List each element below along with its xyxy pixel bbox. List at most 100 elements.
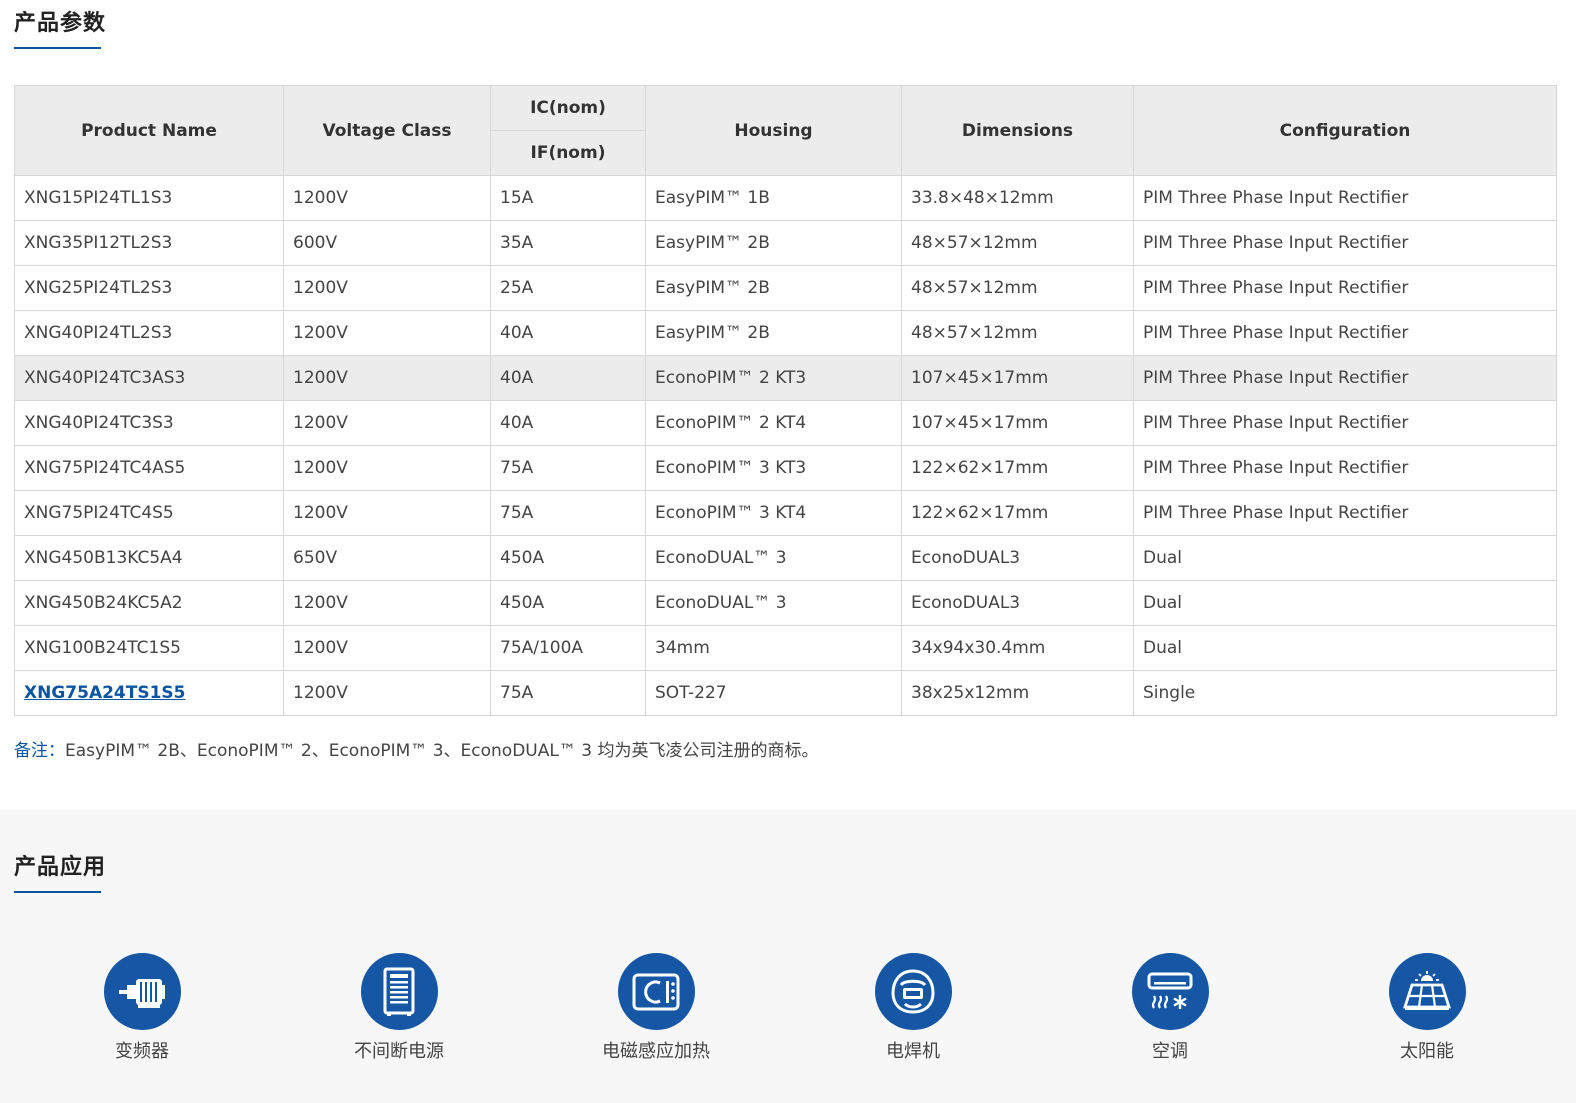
cell-product-name: XNG450B13KC5A4	[14, 535, 284, 581]
cell-product-name: XNG40PI24TL2S3	[14, 310, 284, 356]
header-housing: Housing	[645, 85, 902, 176]
welding-helmet-icon	[874, 953, 952, 1030]
cell-dimensions: 48×57×12mm	[901, 265, 1134, 311]
cell-dimensions: 34x94x30.4mm	[901, 625, 1134, 671]
params-title-underline	[14, 47, 101, 49]
table-row: XNG25PI24TL2S3 1200V 25A EasyPIM™ 2B 48×…	[14, 265, 1557, 311]
app-item-induction-heating[interactable]: 电磁感应加热	[576, 953, 736, 1064]
cell-product-name: XNG40PI24TC3S3	[14, 400, 284, 446]
cell-housing: EconoPIM™ 3 KT3	[645, 445, 902, 491]
cell-current: 35A	[490, 220, 646, 266]
cell-configuration: Dual	[1133, 580, 1557, 626]
cell-dimensions: 122×62×17mm	[901, 490, 1134, 536]
cell-housing: EasyPIM™ 2B	[645, 310, 902, 356]
header-voltage-class: Voltage Class	[283, 85, 491, 176]
cell-voltage: 1200V	[283, 355, 491, 401]
cell-product-name: XNG75PI24TC4AS5	[14, 445, 284, 491]
table-row: XNG40PI24TC3S3 1200V 40A EconoPIM™ 2 KT4…	[14, 400, 1557, 446]
cell-current: 75A/100A	[490, 625, 646, 671]
cell-current: 75A	[490, 445, 646, 491]
cell-configuration: PIM Three Phase Input Rectifier	[1133, 355, 1557, 401]
app-item-inverter[interactable]: 变频器	[62, 953, 222, 1064]
cell-current: 75A	[490, 490, 646, 536]
app-label: 空调	[1152, 1041, 1188, 1062]
cell-product-name: XNG100B24TC1S5	[14, 625, 284, 671]
app-item-welder[interactable]: 电焊机	[833, 953, 993, 1064]
note-label: 备注：	[14, 741, 65, 761]
app-label: 太阳能	[1400, 1041, 1454, 1062]
cell-configuration: Dual	[1133, 535, 1557, 581]
applications-title: 产品应用	[14, 855, 107, 880]
cell-configuration: PIM Three Phase Input Rectifier	[1133, 310, 1557, 356]
app-item-air-conditioner[interactable]: 空调	[1090, 953, 1250, 1064]
cell-dimensions: 107×45×17mm	[901, 400, 1134, 446]
app-label: 变频器	[115, 1041, 169, 1062]
cell-dimensions: 122×62×17mm	[901, 445, 1134, 491]
table-row: XNG75PI24TC4AS5 1200V 75A EconoPIM™ 3 KT…	[14, 445, 1557, 491]
cell-current: 15A	[490, 175, 646, 221]
cell-voltage: 600V	[283, 220, 491, 266]
applications-title-underline	[14, 891, 101, 893]
product-spec-table: Product Name Voltage Class IC(nom) Housi…	[14, 85, 1557, 716]
cell-voltage: 1200V	[283, 490, 491, 536]
cell-configuration: PIM Three Phase Input Rectifier	[1133, 220, 1557, 266]
cell-housing: EconoDUAL™ 3	[645, 535, 902, 581]
cell-housing: EconoDUAL™ 3	[645, 580, 902, 626]
header-if-nom: IF(nom)	[490, 130, 646, 176]
table-row: XNG100B24TC1S5 1200V 75A/100A 34mm 34x94…	[14, 625, 1557, 671]
induction-cooker-icon	[617, 953, 695, 1030]
cell-current: 40A	[490, 310, 646, 356]
params-title: 产品参数	[14, 11, 107, 36]
cell-product-name: XNG75PI24TC4S5	[14, 490, 284, 536]
cell-configuration: PIM Three Phase Input Rectifier	[1133, 490, 1557, 536]
cell-configuration: PIM Three Phase Input Rectifier	[1133, 265, 1557, 311]
cell-dimensions: EconoDUAL3	[901, 535, 1134, 581]
app-item-solar[interactable]: 太阳能	[1347, 953, 1507, 1064]
cell-configuration: PIM Three Phase Input Rectifier	[1133, 445, 1557, 491]
cell-voltage: 1200V	[283, 670, 491, 716]
cell-product-name: XNG15PI24TL1S3	[14, 175, 284, 221]
table-header: Product Name Voltage Class IC(nom) Housi…	[14, 85, 1557, 176]
cell-voltage: 1200V	[283, 175, 491, 221]
note-text: EasyPIM™ 2B、EconoPIM™ 2、EconoPIM™ 3、Econ…	[65, 741, 819, 761]
applications-section: 产品应用 变频器 不间断电源 电磁感应加热 电焊机 空调 太阳能	[0, 810, 1576, 1103]
header-dimensions: Dimensions	[901, 85, 1134, 176]
cell-voltage: 1200V	[283, 580, 491, 626]
cell-product-name: XNG450B24KC5A2	[14, 580, 284, 626]
cell-product-name: XNG25PI24TL2S3	[14, 265, 284, 311]
header-ic-nom: IC(nom)	[490, 85, 646, 131]
table-row: XNG15PI24TL1S3 1200V 15A EasyPIM™ 1B 33.…	[14, 175, 1557, 221]
cell-configuration: Dual	[1133, 625, 1557, 671]
cell-configuration: Single	[1133, 670, 1557, 716]
cell-dimensions: 48×57×12mm	[901, 310, 1134, 356]
cell-current: 40A	[490, 355, 646, 401]
cell-dimensions: 107×45×17mm	[901, 355, 1134, 401]
cell-voltage: 1200V	[283, 265, 491, 311]
table-body: XNG15PI24TL1S3 1200V 15A EasyPIM™ 1B 33.…	[14, 175, 1557, 716]
app-label: 不间断电源	[354, 1041, 444, 1062]
cell-current: 40A	[490, 400, 646, 446]
header-product-name: Product Name	[14, 85, 284, 176]
table-row: XNG40PI24TL2S3 1200V 40A EasyPIM™ 2B 48×…	[14, 310, 1557, 356]
table-row: XNG450B24KC5A2 1200V 450A EconoDUAL™ 3 E…	[14, 580, 1557, 626]
table-row: XNG75A24TS1S5 1200V 75A SOT-227 38x25x12…	[14, 670, 1557, 716]
cell-housing: SOT-227	[645, 670, 902, 716]
cell-dimensions: EconoDUAL3	[901, 580, 1134, 626]
cell-voltage: 1200V	[283, 445, 491, 491]
app-item-ups[interactable]: 不间断电源	[319, 953, 479, 1064]
motor-icon	[103, 953, 181, 1030]
trademark-note: 备注：EasyPIM™ 2B、EconoPIM™ 2、EconoPIM™ 3、E…	[14, 736, 818, 761]
params-section-heading: 产品参数	[14, 9, 106, 49]
table-row-hovered: XNG40PI24TC3AS3 1200V 40A EconoPIM™ 2 KT…	[14, 355, 1557, 401]
applications-section-heading: 产品应用	[14, 853, 106, 893]
cell-voltage: 1200V	[283, 310, 491, 356]
cell-product-name: XNG35PI12TL2S3	[14, 220, 284, 266]
cell-configuration: PIM Three Phase Input Rectifier	[1133, 175, 1557, 221]
cell-housing: 34mm	[645, 625, 902, 671]
cell-voltage: 1200V	[283, 400, 491, 446]
product-link[interactable]: XNG75A24TS1S5	[24, 683, 186, 703]
table-row: XNG450B13KC5A4 650V 450A EconoDUAL™ 3 Ec…	[14, 535, 1557, 581]
cell-housing: EconoPIM™ 2 KT3	[645, 355, 902, 401]
cell-product-name: XNG40PI24TC3AS3	[14, 355, 284, 401]
cell-current: 25A	[490, 265, 646, 311]
